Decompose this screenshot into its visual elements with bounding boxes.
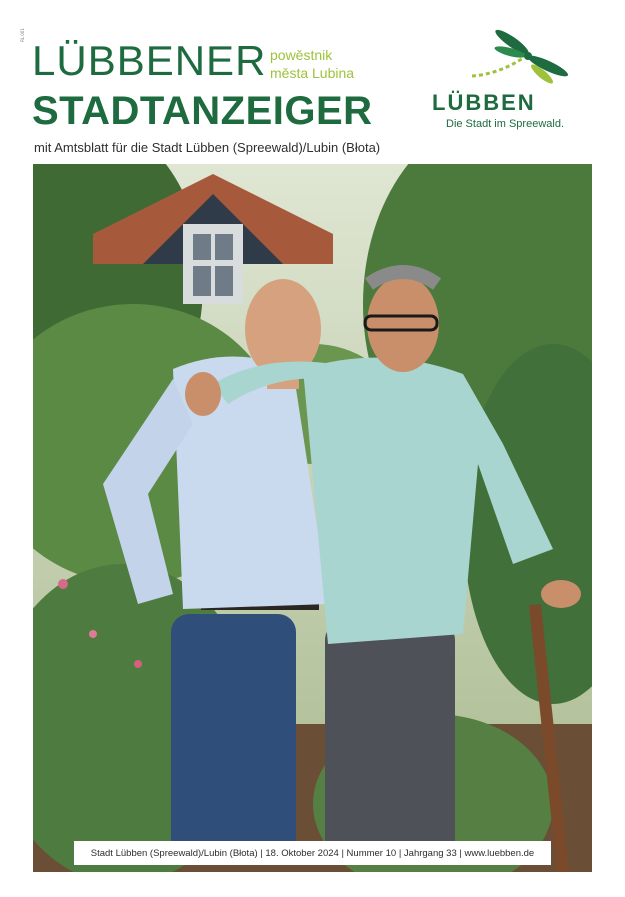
city-logo: LÜBBEN Die Stadt im Spreewald. — [430, 26, 580, 136]
dragonfly-icon — [471, 29, 569, 84]
sorbian-title-line1: powěstnik — [270, 47, 333, 63]
logo-tagline: Die Stadt im Spreewald. — [446, 118, 564, 130]
masthead-title-line2: STADTANZEIGER — [32, 89, 373, 133]
print-mark: RL 001 — [20, 28, 25, 42]
sorbian-title-line2: města Lubina — [270, 65, 355, 81]
cover-photo-illustration — [33, 164, 592, 872]
sorbian-title: powěstnik města Lubina — [270, 46, 354, 82]
masthead-subtitle: mit Amtsblatt für die Stadt Lübben (Spre… — [34, 140, 381, 155]
cover-photo: Stadt Lübben (Spreewald)/Lubin (Błota) |… — [33, 164, 592, 872]
masthead-title-line1: LÜBBENER — [32, 37, 267, 84]
footer-info-bar: Stadt Lübben (Spreewald)/Lubin (Błota) |… — [74, 841, 551, 865]
logo-wordmark: LÜBBEN — [432, 90, 536, 115]
